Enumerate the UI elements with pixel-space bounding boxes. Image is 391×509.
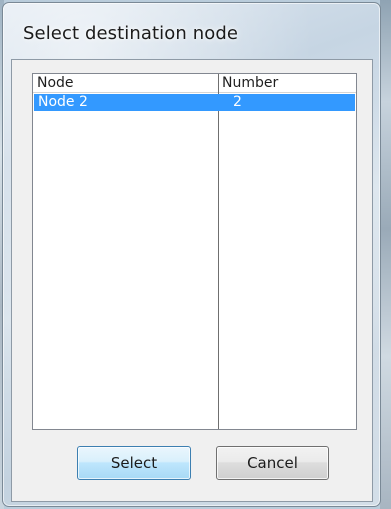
cell-number: 2 — [233, 94, 242, 110]
dialog-title: Select destination node — [23, 23, 239, 44]
column-header-number[interactable]: Number — [218, 74, 356, 92]
cancel-button[interactable]: Cancel — [216, 446, 329, 480]
column-header-node[interactable]: Node — [33, 74, 218, 92]
node-listview[interactable]: Node Number Node 2 2 — [32, 73, 357, 430]
column-divider[interactable] — [218, 74, 219, 429]
select-button[interactable]: Select — [77, 446, 191, 480]
cell-node: Node 2 — [38, 94, 88, 110]
dialog-window: Select destination node Node Number Node… — [2, 2, 381, 507]
dialog-client-area: Node Number Node 2 2 Select Cancel — [11, 59, 373, 502]
list-item-selected[interactable]: Node 2 2 — [34, 94, 355, 111]
cancel-button-label: Cancel — [247, 454, 298, 472]
desktop-backdrop-right — [380, 0, 391, 509]
listview-header: Node Number — [33, 74, 356, 93]
select-button-label: Select — [110, 454, 158, 472]
